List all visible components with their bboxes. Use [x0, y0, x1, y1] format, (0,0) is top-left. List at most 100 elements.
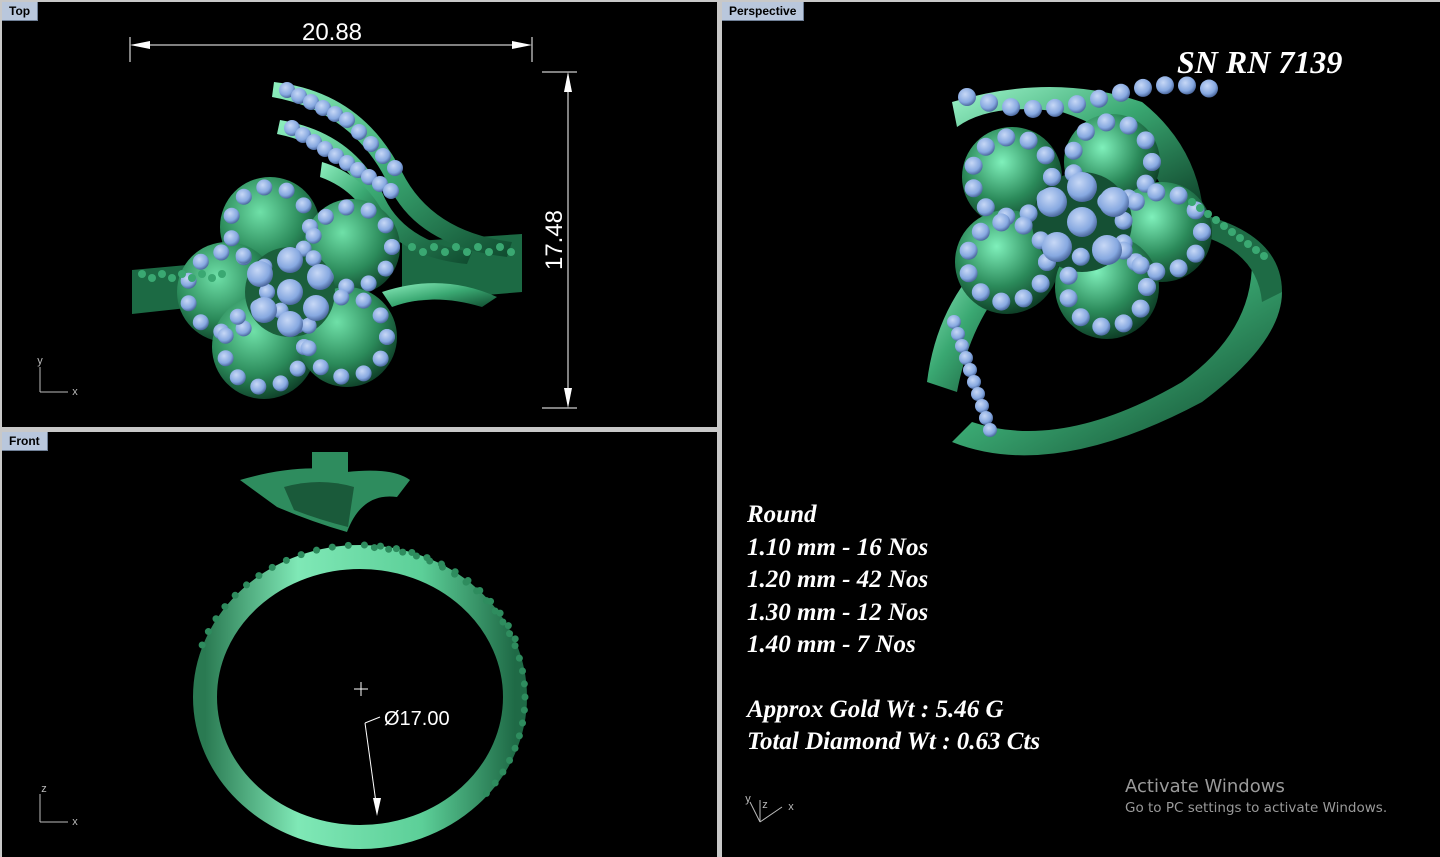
diamond-stone: [344, 541, 352, 549]
viewport-tab-top[interactable]: Top: [2, 2, 39, 21]
diamond-stone: [148, 274, 156, 282]
diamond-stone: [491, 779, 499, 787]
diamond-stone: [180, 295, 197, 312]
diamond-stone: [1147, 183, 1166, 202]
diamond-stone: [351, 124, 367, 140]
axis-x-label: x: [788, 801, 794, 813]
diamond-stone: [235, 188, 252, 205]
diamond-stone: [333, 289, 350, 306]
diamond-stone: [192, 253, 209, 270]
diamond-stone: [1188, 198, 1196, 206]
diamond-stone: [384, 239, 400, 255]
diamond-stone: [1131, 256, 1150, 275]
diamond-stone: [339, 112, 355, 128]
stone-specifications: Round 1.10 mm - 16 Nos 1.20 mm - 42 Nos …: [747, 499, 1040, 759]
diamond-stone: [1076, 122, 1095, 141]
viewport-tab-front[interactable]: Front: [2, 432, 48, 451]
diamond-stone: [307, 264, 333, 290]
diamond-stone: [272, 375, 289, 392]
diamond-stone: [499, 618, 507, 626]
diamond-stone: [377, 260, 394, 277]
diamond-stone: [441, 248, 449, 256]
diamond-stone: [208, 274, 216, 282]
diamond-stone: [964, 156, 983, 175]
diamond-stone: [419, 248, 427, 256]
diamond-stone: [188, 274, 196, 282]
diameter-leader: [364, 716, 381, 816]
diamond-stone: [951, 327, 965, 341]
diamond-stone: [338, 199, 355, 216]
diamond-stone: [372, 350, 389, 367]
diamond-stone: [370, 544, 378, 552]
diamond-stone: [289, 360, 306, 377]
diamond-stone: [506, 630, 514, 638]
diamond-stone: [511, 642, 519, 650]
diamond-stone: [1042, 232, 1072, 262]
diamond-stone: [305, 250, 322, 267]
diamond-stone: [387, 160, 403, 176]
axis-z-label: z: [762, 799, 768, 811]
diamond-stone: [518, 719, 526, 727]
diameter-dimension-label: Ø17.00: [384, 708, 450, 730]
diamond-stone: [1244, 240, 1252, 248]
diamond-stone: [506, 756, 514, 764]
diamond-stone: [971, 283, 990, 302]
diamond-stone: [277, 279, 303, 305]
diamond-stone: [355, 292, 372, 309]
diamond-stone: [1131, 299, 1150, 318]
front-viewport[interactable]: Ø17.00 z x Front: [2, 432, 717, 857]
width-dimension-label: 20.88: [302, 19, 362, 46]
diamond-stone: [518, 667, 526, 675]
diamond-stone: [198, 270, 206, 278]
diamond-stone: [1169, 259, 1188, 278]
diamond-stone: [511, 744, 519, 752]
diamond-stone: [1143, 153, 1161, 171]
stone-size-line: 1.20 mm - 42 Nos: [747, 566, 929, 593]
diamond-stone: [997, 128, 1016, 147]
diamond-stone: [1064, 141, 1083, 160]
diamond-stone: [1156, 76, 1174, 95]
diamond-stone: [204, 628, 212, 636]
diamond-stone: [278, 182, 295, 199]
diamond-stone: [355, 365, 372, 382]
diamond-stone: [1097, 113, 1116, 132]
diamond-stone: [255, 572, 263, 580]
diamond-stone: [1092, 235, 1122, 265]
diamond-stone: [268, 563, 276, 571]
diamond-stone: [277, 247, 303, 273]
diamond-stone: [408, 243, 416, 251]
diamond-stone: [1014, 216, 1033, 235]
diamond-stone: [399, 548, 407, 556]
diamond-stone: [983, 423, 997, 437]
diamond-stone: [496, 243, 504, 251]
diamond-stone: [1186, 244, 1205, 263]
diamond-stone: [1260, 252, 1268, 260]
diamond-stone: [515, 732, 523, 740]
diamond-stone: [430, 243, 438, 251]
diamond-stone: [375, 148, 391, 164]
viewport-tab-perspective[interactable]: Perspective: [722, 2, 805, 21]
diamond-stone: [976, 137, 995, 156]
diamond-stone: [1043, 168, 1061, 186]
diamond-stone: [1134, 78, 1152, 97]
stone-size-line: 1.30 mm - 12 Nos: [747, 598, 929, 626]
diamond-stone: [256, 179, 273, 196]
diamond-stone: [363, 136, 379, 152]
diamond-stone: [212, 615, 220, 623]
diamond-stone: [372, 307, 389, 324]
diamond-stone: [360, 275, 377, 292]
diamond-stone: [1112, 83, 1130, 102]
diamond-stone: [392, 545, 400, 553]
diamond-stone: [1200, 79, 1218, 98]
front-view-canvas: Ø17.00 z x: [39, 452, 529, 849]
diamond-stone: [451, 570, 459, 578]
diamond-stone: [295, 197, 312, 214]
diamond-stone: [992, 213, 1011, 232]
perspective-viewport[interactable]: y z x Perspective SN RN 7139 Round 1.10 …: [722, 2, 1440, 857]
top-viewport[interactable]: 20.88 17.48 y x Top: [2, 2, 717, 427]
diamond-stone: [485, 248, 493, 256]
diamond-stone: [515, 654, 523, 662]
serial-number: SN RN 7139: [1177, 44, 1343, 80]
diamond-stone: [213, 244, 230, 261]
diamond-stone: [1228, 228, 1236, 236]
